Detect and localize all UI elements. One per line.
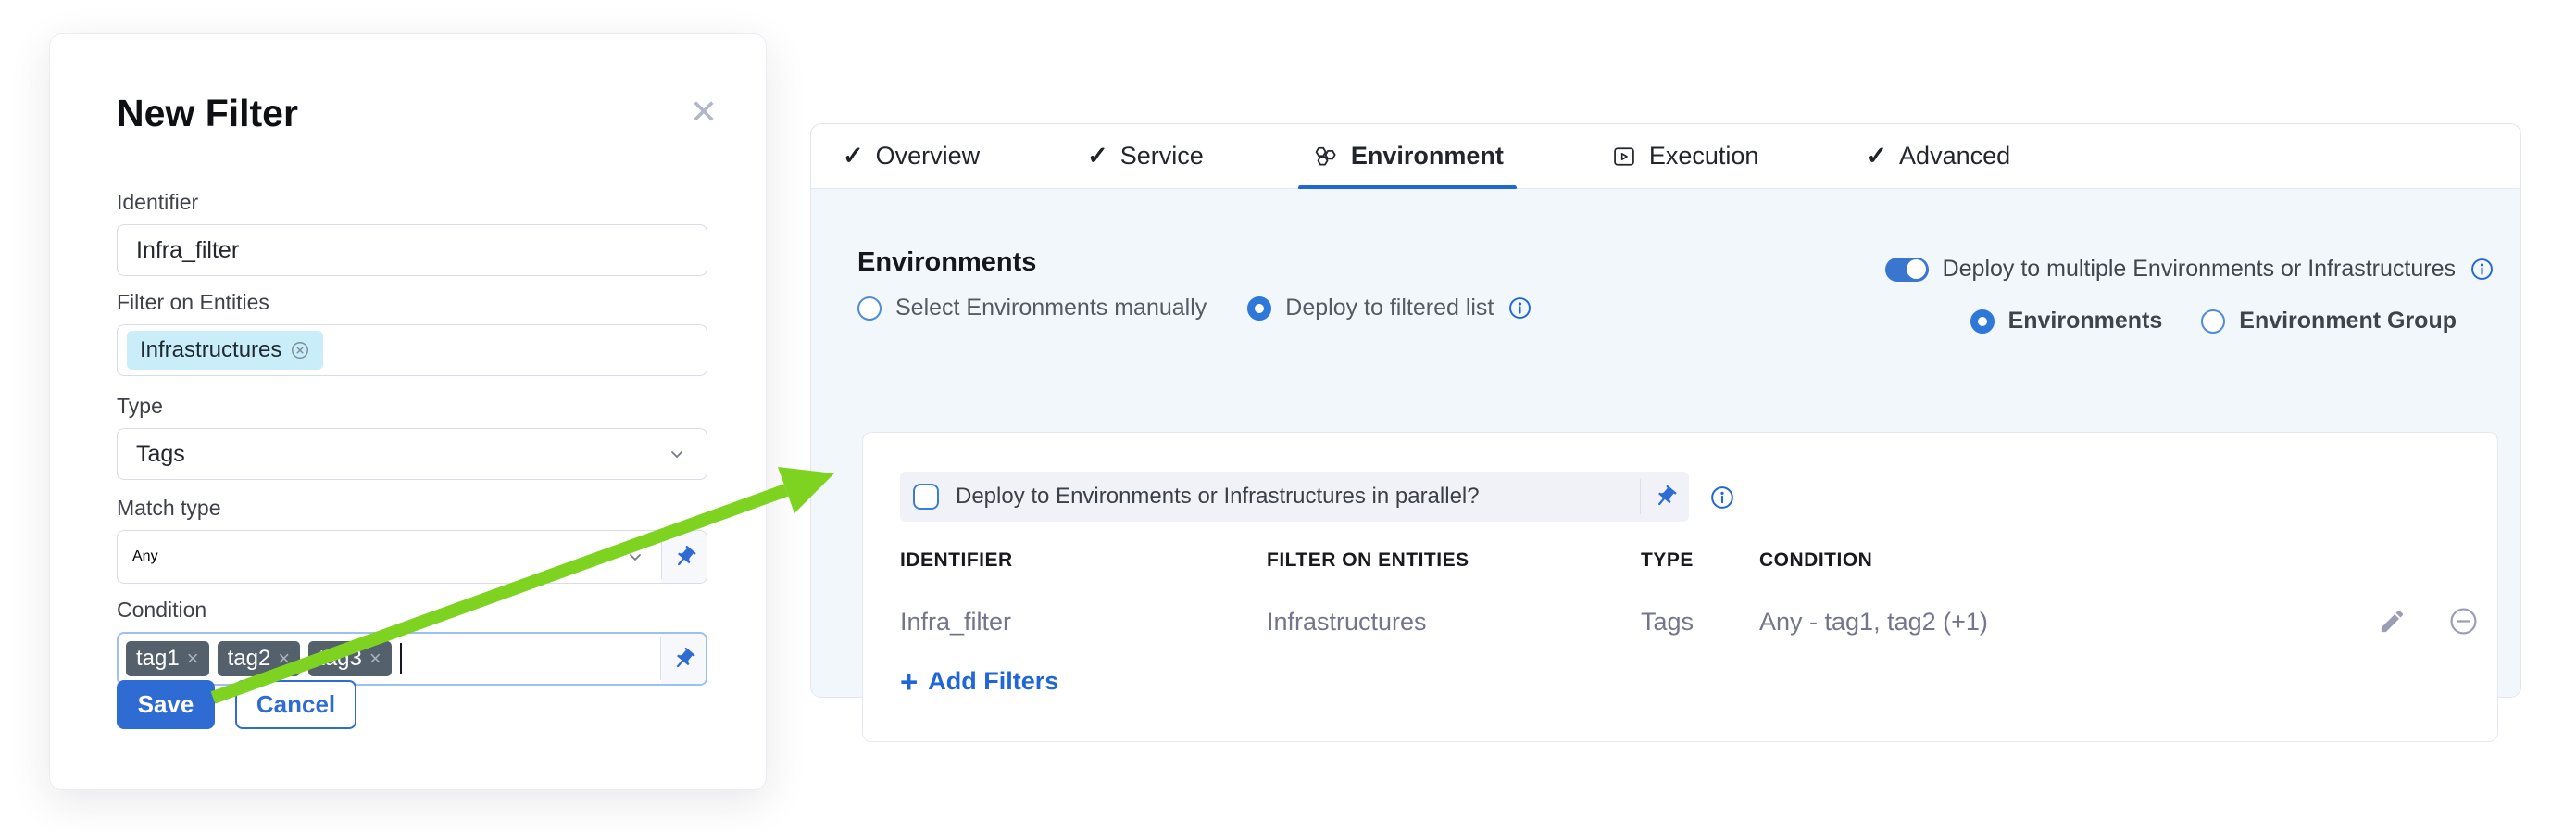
info-icon[interactable] xyxy=(1709,485,1735,511)
pin-button[interactable] xyxy=(1641,485,1689,510)
add-filters-label: Add Filters xyxy=(928,667,1058,696)
cell-type: Tags xyxy=(1641,608,1694,637)
radio-off-icon[interactable] xyxy=(2201,309,2225,334)
play-box-icon xyxy=(1611,144,1637,170)
cell-condition: Any - tag1, tag2 (+1) xyxy=(1759,608,1988,637)
remove-tag-icon[interactable]: × xyxy=(187,649,199,669)
tab-label: Execution xyxy=(1649,142,1759,170)
tab-label: Advanced xyxy=(1899,142,2010,170)
close-icon[interactable]: ✕ xyxy=(690,95,718,129)
remove-tag-icon[interactable]: × xyxy=(369,649,381,669)
type-value: Tags xyxy=(136,441,185,468)
tag-chip[interactable]: tag3 × xyxy=(308,641,392,676)
identifier-input[interactable]: Infra_filter xyxy=(117,224,707,276)
environment-scope-options: Environments Environment Group xyxy=(1970,308,2457,334)
type-select[interactable]: Tags xyxy=(117,428,707,480)
new-filter-modal: New Filter ✕ Identifier Infra_filter Fil… xyxy=(49,33,767,790)
plus-icon: + xyxy=(900,666,918,697)
filter-on-entities-input[interactable]: Infrastructures xyxy=(117,324,707,376)
tab-environment[interactable]: Environment xyxy=(1306,124,1509,188)
match-type-value: Any xyxy=(132,548,158,565)
radio-label: Environment Group xyxy=(2239,308,2457,334)
pin-icon xyxy=(667,539,702,574)
tag-chip-label: tag1 xyxy=(136,646,180,672)
filters-card: Deploy to Environments or Infrastructure… xyxy=(862,432,2498,742)
match-type-select[interactable]: Any xyxy=(117,530,707,584)
type-label: Type xyxy=(117,394,707,419)
radio-environments[interactable]: Environments xyxy=(1970,308,2163,334)
tab-label: Overview xyxy=(876,142,981,170)
condition-input[interactable]: tag1 × tag2 × tag3 × xyxy=(117,632,707,686)
remove-tag-icon[interactable]: × xyxy=(278,649,290,669)
check-icon: ✓ xyxy=(1866,142,1887,170)
environments-heading: Environments xyxy=(857,247,1036,278)
identifier-value: Infra_filter xyxy=(136,237,239,264)
match-type-label: Match type xyxy=(117,496,707,521)
col-type: TYPE xyxy=(1641,549,1694,572)
modal-title: New Filter xyxy=(117,92,298,135)
text-cursor xyxy=(400,643,403,674)
chevron-down-icon xyxy=(666,443,688,465)
toggle-on[interactable] xyxy=(1885,258,1929,282)
entity-chip[interactable]: Infrastructures xyxy=(127,331,323,370)
condition-label: Condition xyxy=(117,598,707,623)
tab-label: Environment xyxy=(1351,142,1504,170)
radio-label: Select Environments manually xyxy=(895,295,1207,321)
circle-x-icon[interactable] xyxy=(290,340,310,360)
radio-select-manually[interactable]: Select Environments manually xyxy=(857,295,1207,321)
pin-icon xyxy=(666,641,701,676)
tag-chip-label: tag3 xyxy=(319,646,362,672)
filter-on-entities-label: Filter on Entities xyxy=(117,290,707,315)
toggle-knob xyxy=(1907,259,1926,279)
parallel-checkbox-bar: Deploy to Environments or Infrastructure… xyxy=(900,472,1689,522)
tab-overview[interactable]: ✓ Overview xyxy=(837,124,985,188)
pipeline-stage-panel: ✓ Overview ✓ Service Environment Executi… xyxy=(810,123,2521,698)
info-icon[interactable] xyxy=(2470,257,2495,282)
radio-label: Deploy to filtered list xyxy=(1285,295,1494,321)
radio-on-icon[interactable] xyxy=(1970,309,1995,334)
radio-off-icon[interactable] xyxy=(857,296,882,321)
cell-filter-on-entities: Infrastructures xyxy=(1267,608,1427,637)
tab-service[interactable]: ✓ Service xyxy=(1082,124,1209,188)
radio-environment-group[interactable]: Environment Group xyxy=(2201,308,2457,334)
edit-pencil-icon[interactable] xyxy=(2378,607,2407,636)
tab-label: Service xyxy=(1120,142,1204,170)
parallel-checkbox[interactable] xyxy=(913,484,939,510)
identifier-label: Identifier xyxy=(117,190,707,215)
parallel-checkbox-label: Deploy to Environments or Infrastructure… xyxy=(956,484,1480,510)
info-icon[interactable] xyxy=(1507,296,1532,321)
col-filter-on-entities: FILTER ON ENTITIES xyxy=(1267,549,1469,572)
tag-chip-label: tag2 xyxy=(228,646,271,672)
save-button[interactable]: Save xyxy=(117,680,215,729)
tag-chip[interactable]: tag2 × xyxy=(218,641,301,676)
radio-on-icon[interactable] xyxy=(1247,296,1271,321)
multi-env-toggle-row: Deploy to multiple Environments or Infra… xyxy=(1885,256,2495,283)
radio-label: Environments xyxy=(2008,308,2163,334)
cell-identifier: Infra_filter xyxy=(900,608,1011,637)
tab-advanced[interactable]: ✓ Advanced xyxy=(1860,124,2016,188)
col-condition: CONDITION xyxy=(1759,549,1872,572)
stage-tabbar: ✓ Overview ✓ Service Environment Executi… xyxy=(811,124,2520,189)
add-filters-button[interactable]: + Add Filters xyxy=(900,666,1058,697)
toggle-label: Deploy to multiple Environments or Infra… xyxy=(1943,256,2456,283)
pin-button[interactable] xyxy=(661,634,706,684)
radio-deploy-filtered[interactable]: Deploy to filtered list xyxy=(1247,295,1532,321)
remove-minus-circle-icon[interactable] xyxy=(2449,607,2478,636)
tag-chip[interactable]: tag1 × xyxy=(126,641,209,676)
tab-execution[interactable]: Execution xyxy=(1606,124,1765,188)
entity-chip-label: Infrastructures xyxy=(140,337,281,363)
pin-icon xyxy=(1647,479,1682,514)
check-icon: ✓ xyxy=(843,142,864,170)
environment-tab-content: Environments Select Environments manuall… xyxy=(811,189,2520,697)
hexagons-icon xyxy=(1311,143,1339,170)
chevron-down-icon xyxy=(624,546,646,568)
environment-mode-options: Select Environments manually Deploy to f… xyxy=(857,295,1532,321)
check-icon: ✓ xyxy=(1087,142,1108,170)
cancel-button[interactable]: Cancel xyxy=(235,680,356,729)
pin-button[interactable] xyxy=(662,531,707,583)
col-identifier: IDENTIFIER xyxy=(900,549,1013,572)
